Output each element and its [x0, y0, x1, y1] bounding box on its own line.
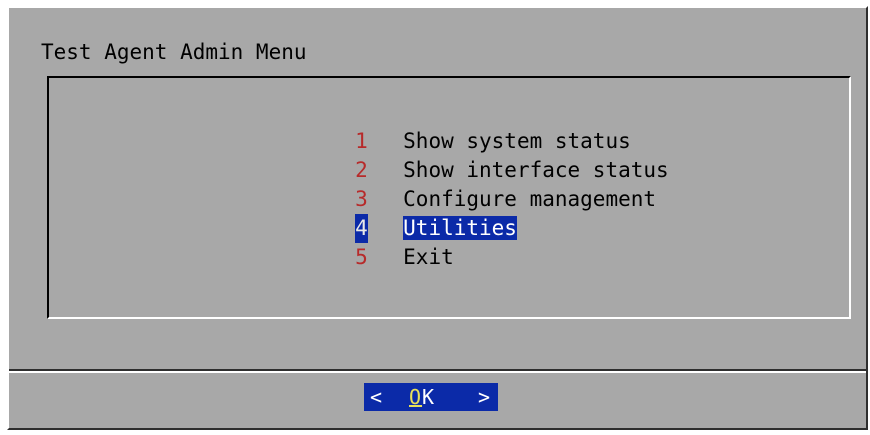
menu-item-label: Show system status — [403, 129, 631, 153]
ok-button-hotkey: O — [409, 385, 423, 409]
menu-item-show-system-status[interactable]: 1 Show system status — [254, 98, 669, 153]
ok-button-label: OK — [409, 383, 435, 411]
admin-menu-dialog: Test Agent Admin Menu 1 Show system statu… — [7, 6, 868, 430]
menu-item-tag: 3 — [355, 187, 368, 211]
menu-box: 1 Show system status 2 Show interface stat… — [47, 76, 851, 319]
menu-item-label: Show interface status — [403, 158, 669, 182]
dialog-title: Test Agent Admin Menu — [41, 40, 307, 64]
menu-item-label: Exit — [403, 245, 454, 269]
menu-list: 1 Show system status 2 Show interface stat… — [254, 98, 669, 269]
ok-button-label-rest: K — [422, 385, 436, 409]
menu-item-tag: 5 — [355, 245, 368, 269]
menu-item-label: Utilities — [403, 216, 517, 240]
ok-button-left-bracket: < — [370, 385, 383, 409]
menu-item-tag: 2 — [355, 158, 368, 182]
ok-button[interactable]: < OK > — [364, 383, 498, 411]
menu-item-tag: 4 — [355, 214, 369, 243]
menu-item-label: Configure management — [403, 187, 657, 211]
ok-button-right-bracket: > — [477, 385, 490, 409]
menu-item-tag: 1 — [355, 129, 368, 153]
button-separator — [9, 369, 866, 373]
